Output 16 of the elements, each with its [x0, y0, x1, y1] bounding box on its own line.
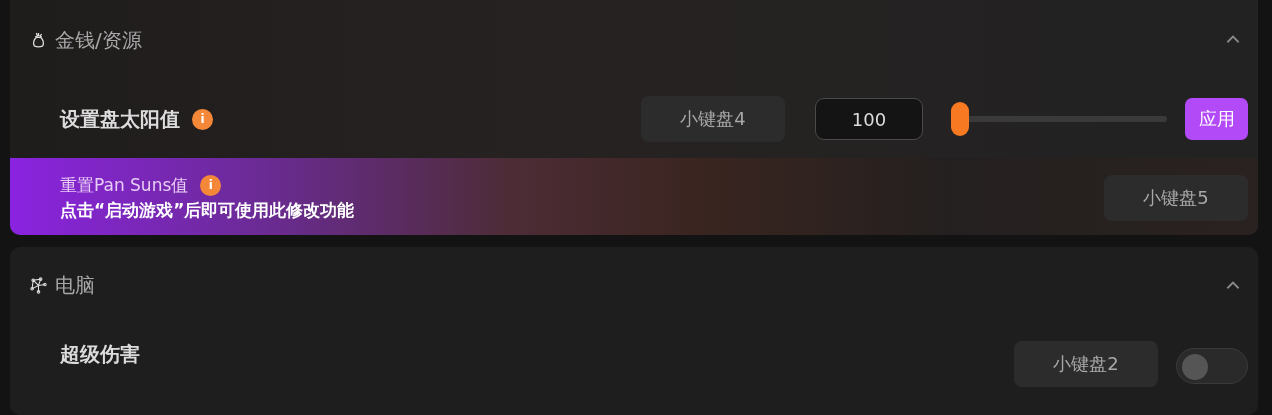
money-bag-icon: [30, 31, 47, 49]
option-label: 设置盘太阳值: [60, 105, 180, 133]
toggle-switch[interactable]: [1176, 347, 1248, 384]
network-icon: [30, 277, 47, 295]
apply-button[interactable]: 应用: [1185, 98, 1248, 140]
option-label: 重置Pan Suns值: [60, 173, 189, 197]
notice-text: 点击“启动游戏”后即可使用此修改功能: [60, 198, 356, 222]
slider-thumb[interactable]: [951, 102, 969, 136]
section-title: 金钱/资源: [55, 26, 143, 54]
value-input[interactable]: 100: [815, 98, 923, 140]
hotkey-button[interactable]: 小键盘5: [1104, 174, 1248, 221]
slider[interactable]: [951, 102, 1167, 136]
hotkey-button[interactable]: 小键盘2: [1014, 340, 1158, 387]
section-title: 电脑: [55, 272, 96, 300]
option-label: 超级伤害: [60, 340, 140, 368]
hotkey-button[interactable]: 小键盘4: [641, 96, 785, 142]
